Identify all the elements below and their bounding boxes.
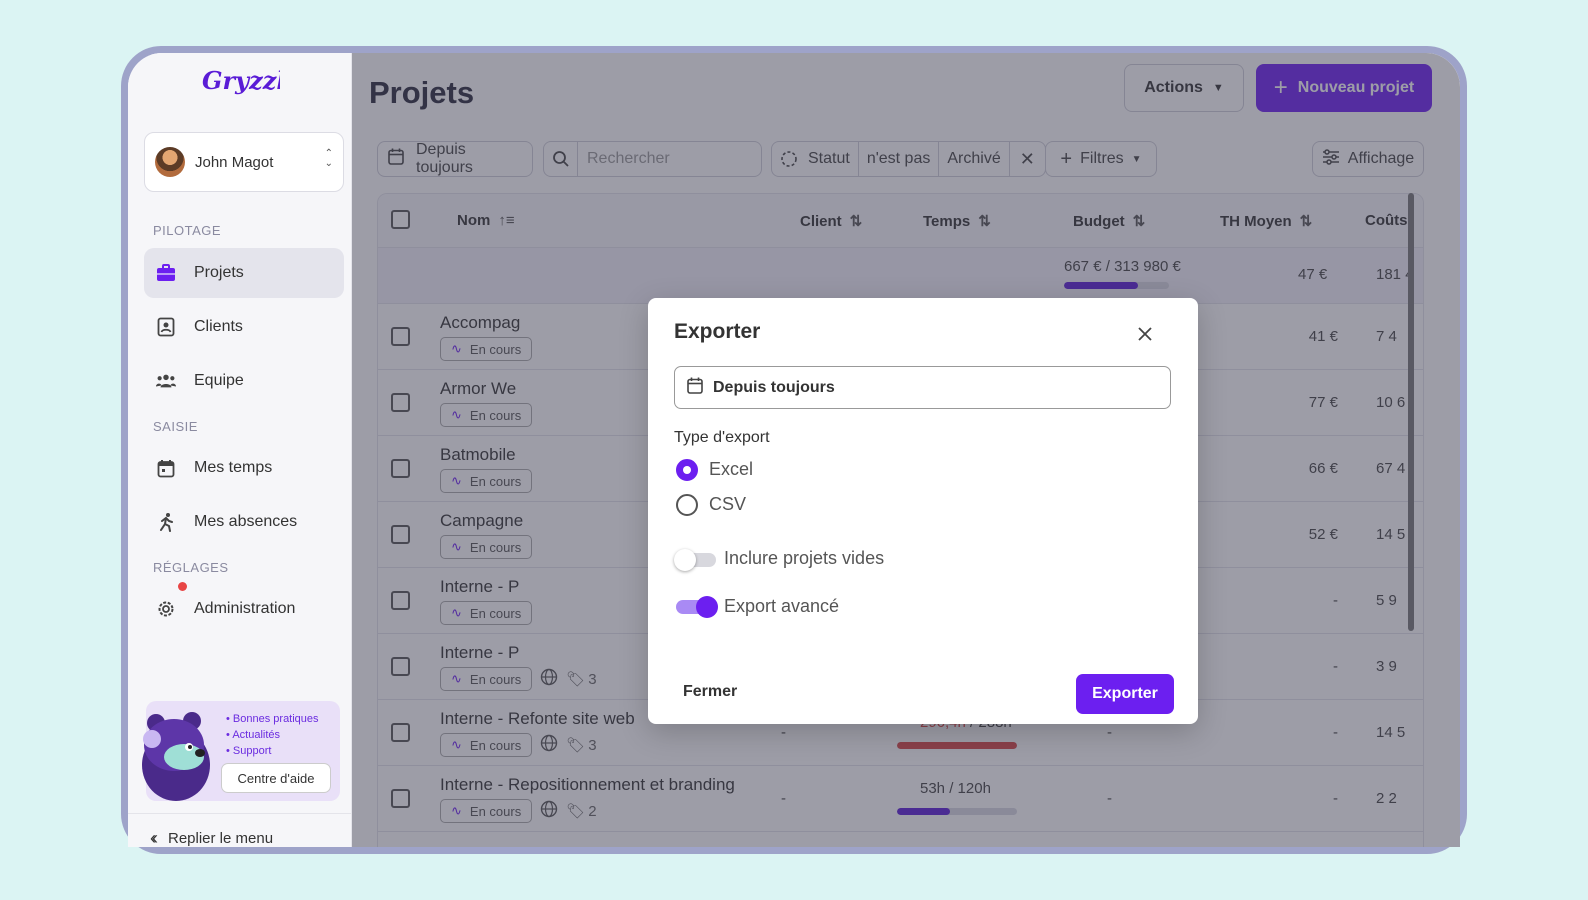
export-dialog: Exporter Depuis toujours Type d'export E… [648,298,1198,724]
section-label-reglages: RÉGLAGES [153,560,229,575]
app-window: Gryzzly John Magot ⌃⌄ PILOTAGE Projets C… [128,53,1460,847]
radio-csv[interactable] [676,494,698,516]
sidebar-item-label: Projets [194,264,244,281]
calendar-icon [687,377,703,399]
collapse-menu-button[interactable]: ‹‹ Replier le menu [128,813,352,847]
help-link[interactable]: • Support [226,743,319,759]
sidebar-item-label: Clients [194,318,243,335]
help-links: • Bonnes pratiques • Actualités • Suppor… [226,711,319,759]
radio-excel[interactable] [676,459,698,481]
sidebar: Gryzzly John Magot ⌃⌄ PILOTAGE Projets C… [128,53,352,847]
sidebar-item-clients[interactable]: Clients [144,302,344,352]
help-card: • Bonnes pratiques • Actualités • Suppor… [142,701,340,801]
help-link[interactable]: • Bonnes pratiques [226,711,319,727]
calendar-icon [156,458,176,478]
user-switcher[interactable]: John Magot ⌃ ⌄ [144,132,344,192]
running-person-icon [156,512,176,532]
radio-excel-label[interactable]: Excel [709,459,753,480]
sidebar-item-administration[interactable]: Administration [144,582,344,634]
export-button[interactable]: Exporter [1076,674,1174,714]
contact-card-icon [156,317,176,337]
radio-csv-label[interactable]: CSV [709,494,746,515]
export-type-label: Type d'export [674,429,770,446]
avatar [155,147,185,177]
sidebar-item-label: Administration [194,600,296,617]
sidebar-item-projets[interactable]: Projets [144,248,344,298]
sidebar-item-label: Equipe [194,372,244,389]
gryzzly-logo: Gryzzly [202,66,280,95]
include-empty-projects-label: Inclure projets vides [724,548,885,568]
close-icon[interactable] [1133,322,1157,346]
app-frame: Gryzzly John Magot ⌃⌄ PILOTAGE Projets C… [121,46,1467,854]
sidebar-item-mes-absences[interactable]: Mes absences [144,497,344,547]
double-chevron-left-icon: ‹‹ [150,828,158,847]
logo-text: Gryzzly [202,66,280,95]
team-icon [156,371,176,391]
advanced-export-label: Export avancé [724,596,840,616]
section-label-saisie: SAISIE [153,419,198,434]
dialog-title: Exporter [674,320,761,343]
help-link[interactable]: • Actualités [226,727,319,743]
export-date-range-value: Depuis toujours [713,378,835,396]
include-empty-projects-toggle[interactable] [674,549,716,571]
close-button[interactable]: Fermer [674,677,746,707]
chevron-up-down-icon: ⌃ ⌄ [324,148,333,169]
gear-icon [156,599,176,619]
sidebar-item-equipe[interactable]: Equipe [144,356,344,406]
sidebar-item-label: Mes absences [194,513,298,530]
sidebar-item-mes-temps[interactable]: Mes temps [144,443,344,493]
advanced-export-toggle[interactable] [676,596,718,618]
help-center-button[interactable]: Centre d'aide [221,763,331,793]
sidebar-item-label: Mes temps [194,459,273,476]
collapse-menu-label: Replier le menu [168,830,274,847]
bear-mascot-icon [142,712,210,801]
section-label-pilotage: PILOTAGE [153,223,222,238]
notification-dot [178,582,187,591]
briefcase-icon [156,263,176,283]
export-date-range-field[interactable]: Depuis toujours [674,366,1171,409]
user-name: John Magot [195,153,274,171]
